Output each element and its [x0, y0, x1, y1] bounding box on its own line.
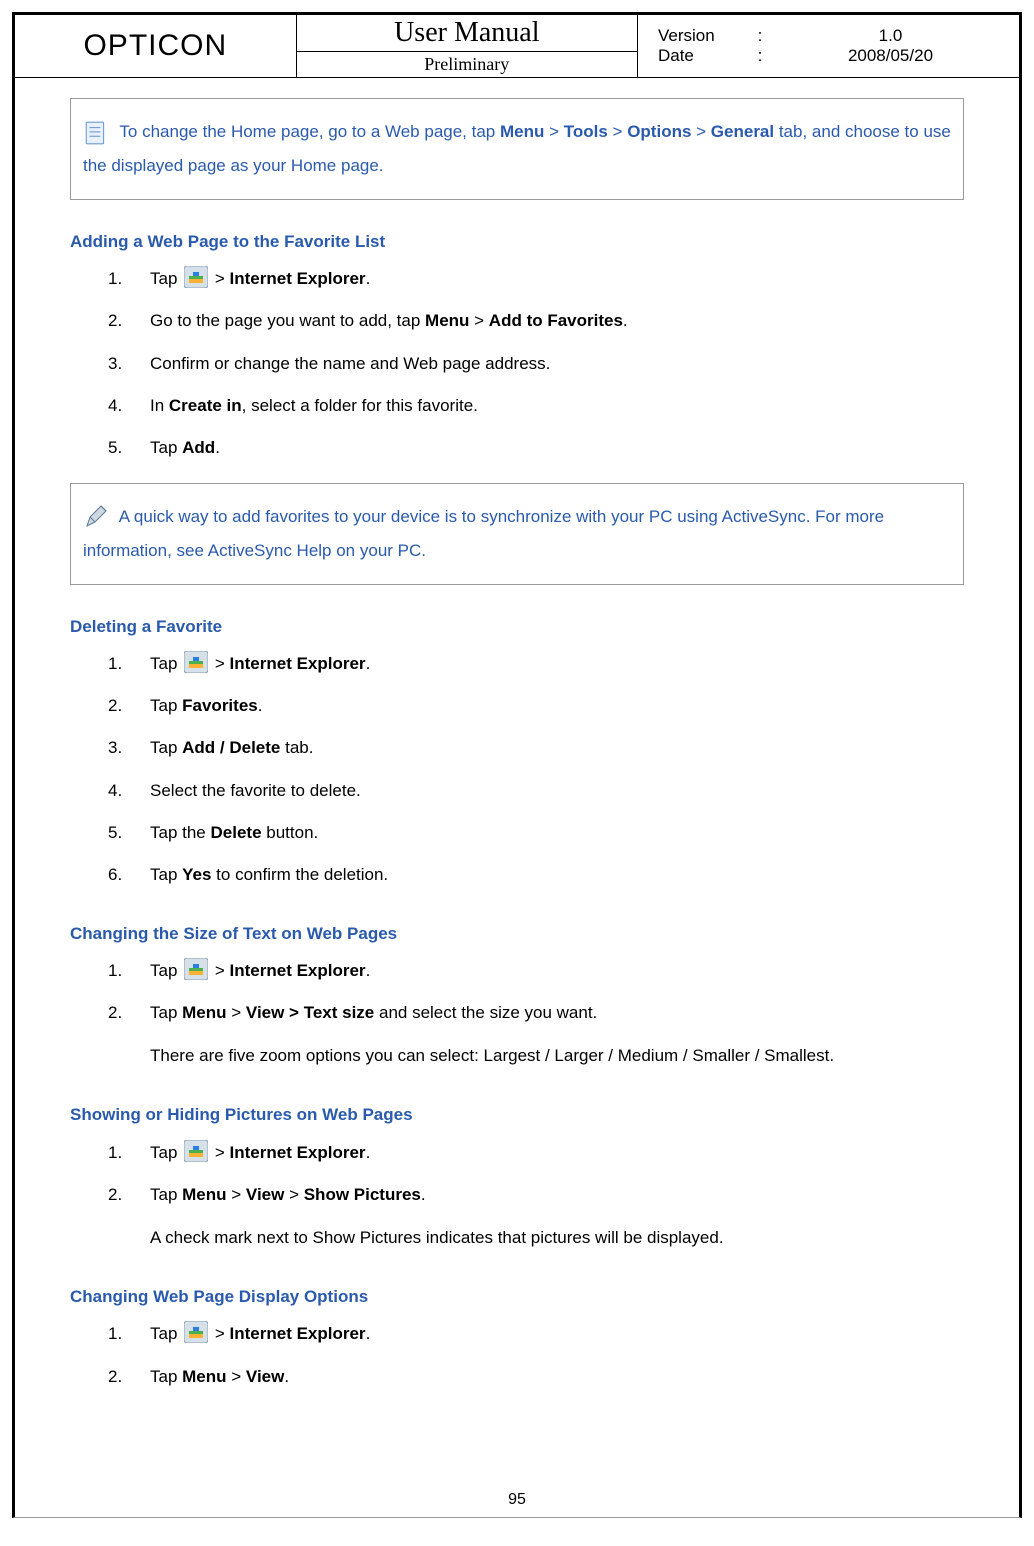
- title-cell: User Manual: [296, 15, 637, 52]
- colon: :: [748, 46, 772, 66]
- list-item: 3.Confirm or change the name and Web pag…: [108, 348, 964, 380]
- list-item: 4.In Create in, select a folder for this…: [108, 390, 964, 422]
- start-icon: [184, 651, 208, 673]
- start-icon: [184, 1140, 208, 1162]
- heading-show-pictures: Showing or Hiding Pictures on Web Pages: [70, 1101, 964, 1128]
- date-label: Date: [658, 46, 748, 66]
- list-item: 1.Tap > Internet Explorer.: [108, 648, 964, 680]
- list-item: 1.Tap > Internet Explorer.: [108, 1318, 964, 1350]
- list-item: 2.Tap Menu > View > Show Pictures.: [108, 1179, 964, 1211]
- list-item: 1.Tap > Internet Explorer.: [108, 263, 964, 295]
- note2-text: A quick way to add favorites to your dev…: [83, 507, 884, 560]
- steps-deleting-favorite: 1.Tap > Internet Explorer. 2.Tap Favorit…: [70, 648, 964, 892]
- heading-adding-favorite: Adding a Web Page to the Favorite List: [70, 228, 964, 255]
- heading-deleting-favorite: Deleting a Favorite: [70, 613, 964, 640]
- list-item: 2.Tap Menu > View > Text size and select…: [108, 997, 964, 1029]
- start-icon: [184, 1321, 208, 1343]
- list-item: 2.Tap Menu > View.: [108, 1361, 964, 1393]
- title-text: User Manual: [394, 17, 539, 48]
- show-pictures-note: A check mark next to Show Pictures indic…: [70, 1221, 964, 1255]
- subtitle-cell: Preliminary: [296, 52, 637, 78]
- pencil-icon: [83, 504, 109, 530]
- steps-display-options: 1.Tap > Internet Explorer. 2.Tap Menu > …: [70, 1318, 964, 1393]
- date-value: 2008/05/20: [772, 46, 1009, 66]
- info-cell: Version : 1.0 Date : 2008/05/20: [637, 15, 1019, 78]
- heading-text-size: Changing the Size of Text on Web Pages: [70, 920, 964, 947]
- brand-text: OPTICON: [83, 29, 227, 62]
- version-value: 1.0: [772, 26, 1009, 46]
- colon: :: [748, 26, 772, 46]
- text-size-note: There are five zoom options you can sele…: [70, 1039, 964, 1073]
- list-item: 5.Tap Add.: [108, 432, 964, 464]
- list-item: 3.Tap Add / Delete tab.: [108, 732, 964, 764]
- version-row: Version : 1.0: [658, 26, 1009, 46]
- list-item: 1.Tap > Internet Explorer.: [108, 955, 964, 987]
- version-label: Version: [658, 26, 748, 46]
- start-icon: [184, 266, 208, 288]
- steps-text-size: 1.Tap > Internet Explorer. 2.Tap Menu > …: [70, 955, 964, 1030]
- list-item: 6.Tap Yes to confirm the deletion.: [108, 859, 964, 891]
- document-icon: [83, 120, 109, 146]
- list-item: 5.Tap the Delete button.: [108, 817, 964, 849]
- heading-display-options: Changing Web Page Display Options: [70, 1283, 964, 1310]
- list-item: 2.Tap Favorites.: [108, 690, 964, 722]
- start-icon: [184, 958, 208, 980]
- list-item: 4.Select the favorite to delete.: [108, 775, 964, 807]
- note-box-activesync: A quick way to add favorites to your dev…: [70, 483, 964, 585]
- content-area: To change the Home page, go to a Web pag…: [15, 78, 1019, 1393]
- page-number: 95: [15, 1491, 1019, 1509]
- note1-text: To change the Home page, go to a Web pag…: [83, 122, 951, 175]
- list-item: 2.Go to the page you want to add, tap Me…: [108, 305, 964, 337]
- list-item: 1.Tap > Internet Explorer.: [108, 1137, 964, 1169]
- brand-cell: OPTICON: [15, 15, 296, 78]
- page-container: OPTICON User Manual Version : 1.0 Date :…: [12, 12, 1022, 1518]
- steps-adding-favorite: 1.Tap > Internet Explorer. 2.Go to the p…: [70, 263, 964, 464]
- steps-show-pictures: 1.Tap > Internet Explorer. 2.Tap Menu > …: [70, 1137, 964, 1212]
- date-row: Date : 2008/05/20: [658, 46, 1009, 66]
- note-box-homepage: To change the Home page, go to a Web pag…: [70, 98, 964, 200]
- header-table: OPTICON User Manual Version : 1.0 Date :…: [15, 15, 1019, 78]
- subtitle-text: Preliminary: [424, 54, 509, 74]
